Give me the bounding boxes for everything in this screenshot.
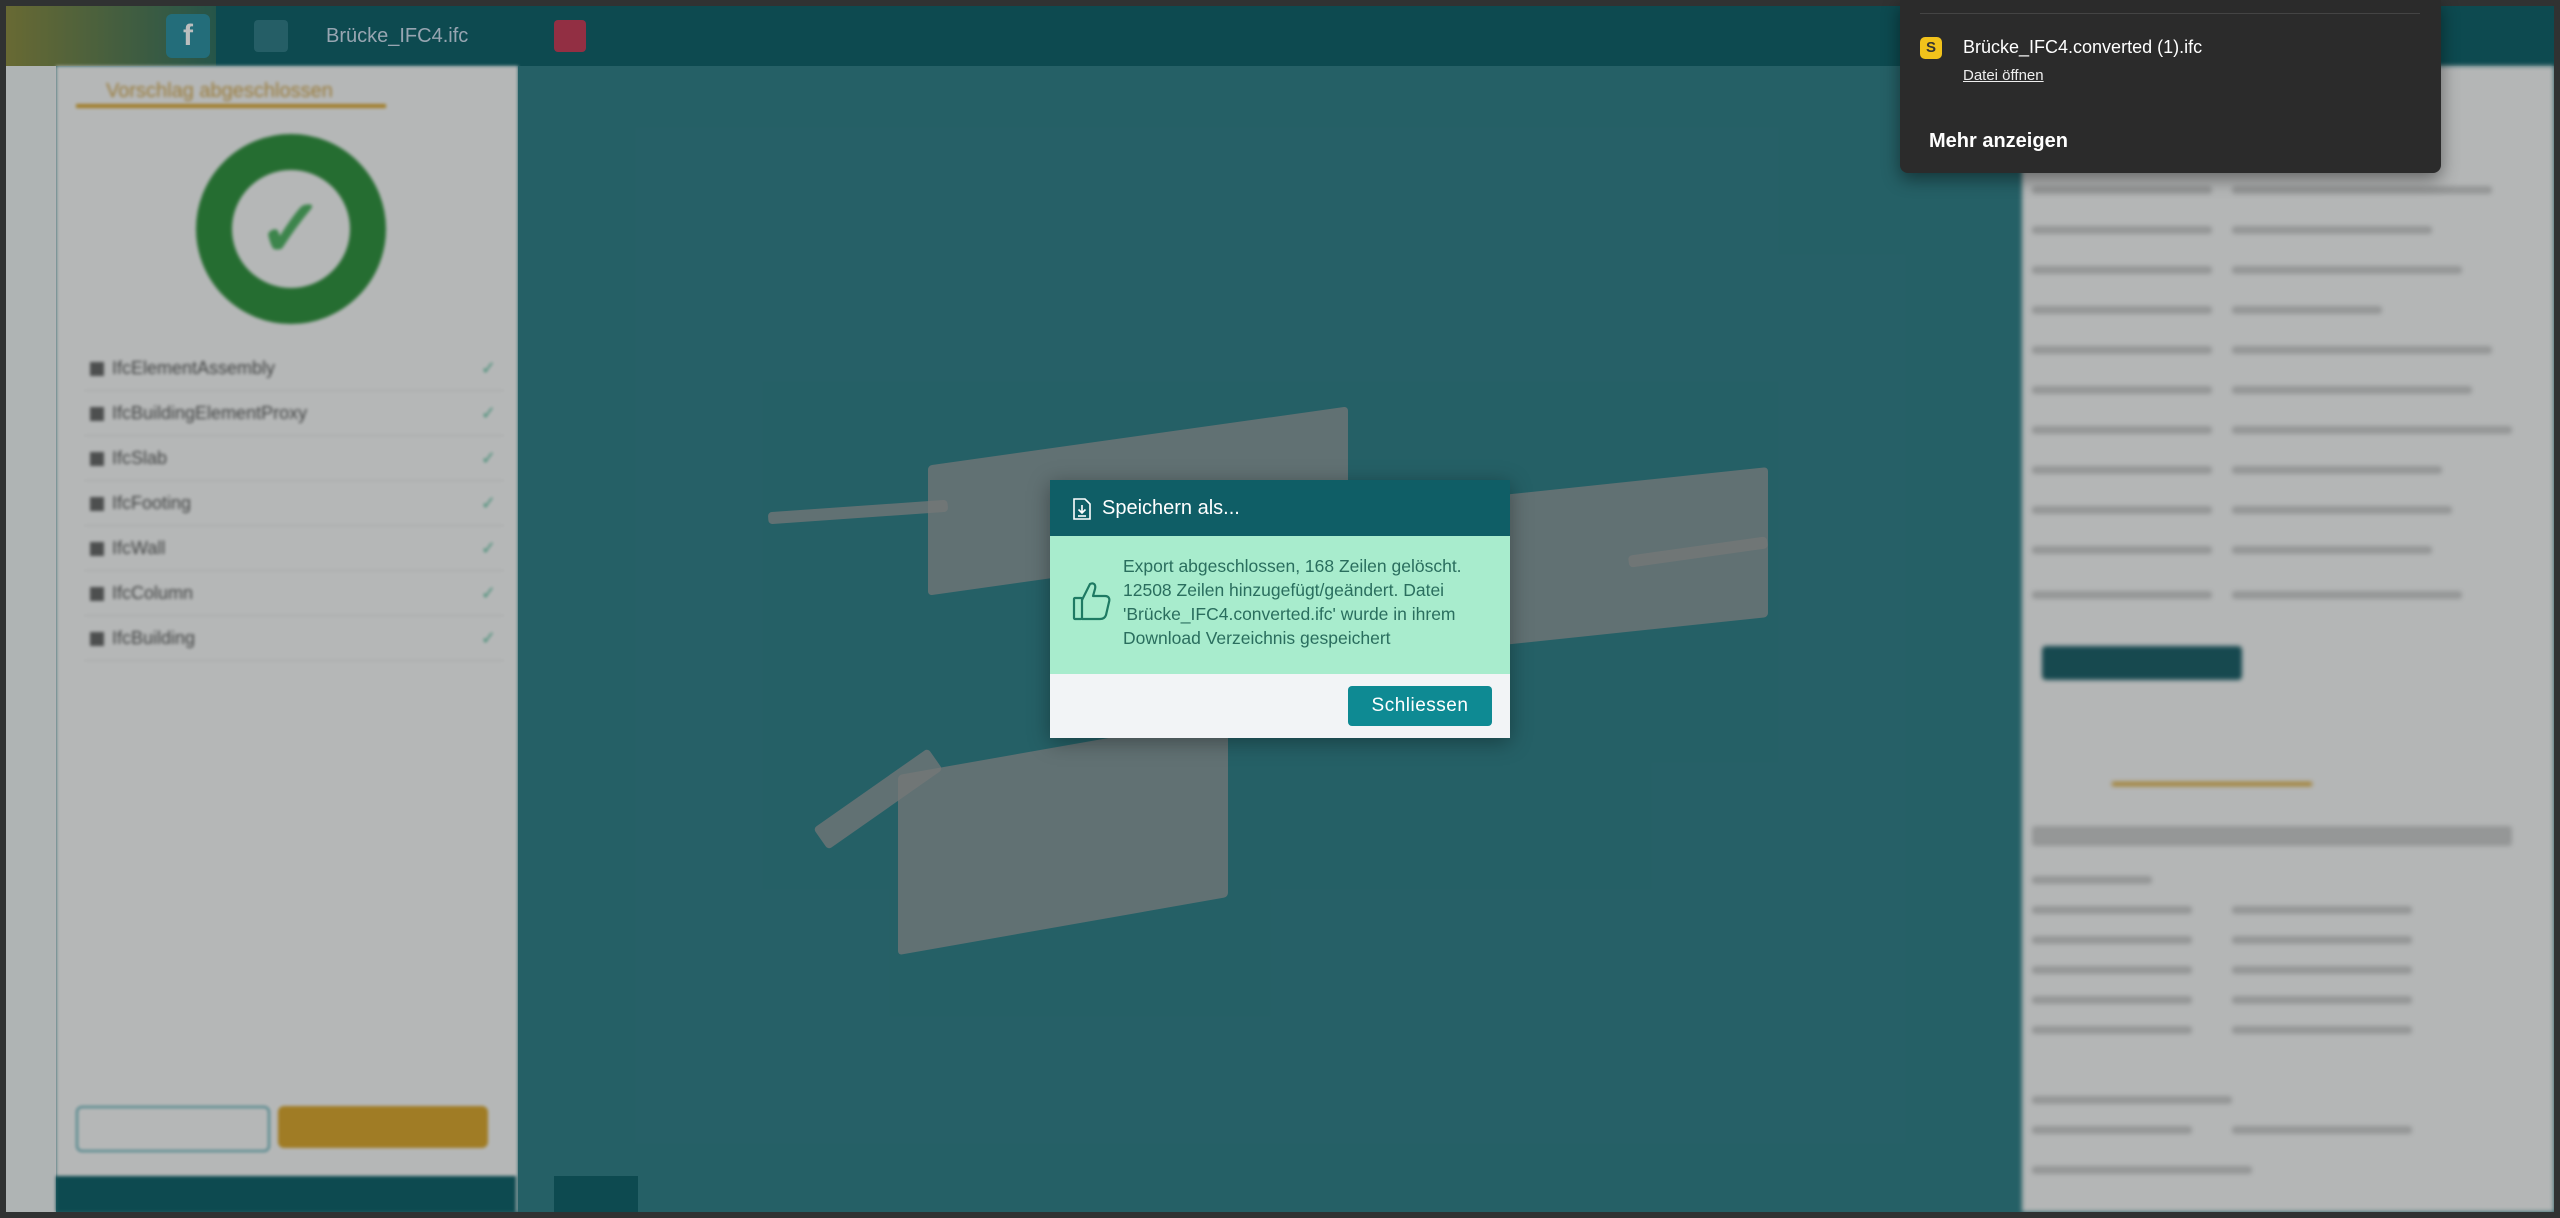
divider	[1920, 13, 2420, 14]
download-file-name[interactable]: Brücke_IFC4.converted (1).ifc	[1963, 37, 2202, 58]
open-file-link[interactable]: Datei öffnen	[1963, 67, 2044, 84]
download-popup: S Brücke_IFC4.converted (1).ifc Datei öf…	[1900, 0, 2441, 173]
thumbs-up-icon	[1072, 578, 1112, 627]
save-as-dialog: Speichern als... Export abgeschlossen, 1…	[1050, 480, 1510, 738]
show-more-link[interactable]: Mehr anzeigen	[1929, 130, 2068, 153]
file-download-icon	[1072, 497, 1092, 526]
close-button[interactable]: Schliessen	[1348, 686, 1492, 726]
dialog-message-area: Export abgeschlossen, 168 Zeilen gelösch…	[1050, 536, 1510, 674]
dialog-message: Export abgeschlossen, 168 Zeilen gelösch…	[1123, 556, 1462, 648]
file-type-icon: S	[1920, 37, 1942, 59]
dialog-footer: Schliessen	[1050, 674, 1510, 738]
dialog-header: Speichern als...	[1050, 480, 1510, 536]
dialog-title: Speichern als...	[1102, 497, 1240, 519]
